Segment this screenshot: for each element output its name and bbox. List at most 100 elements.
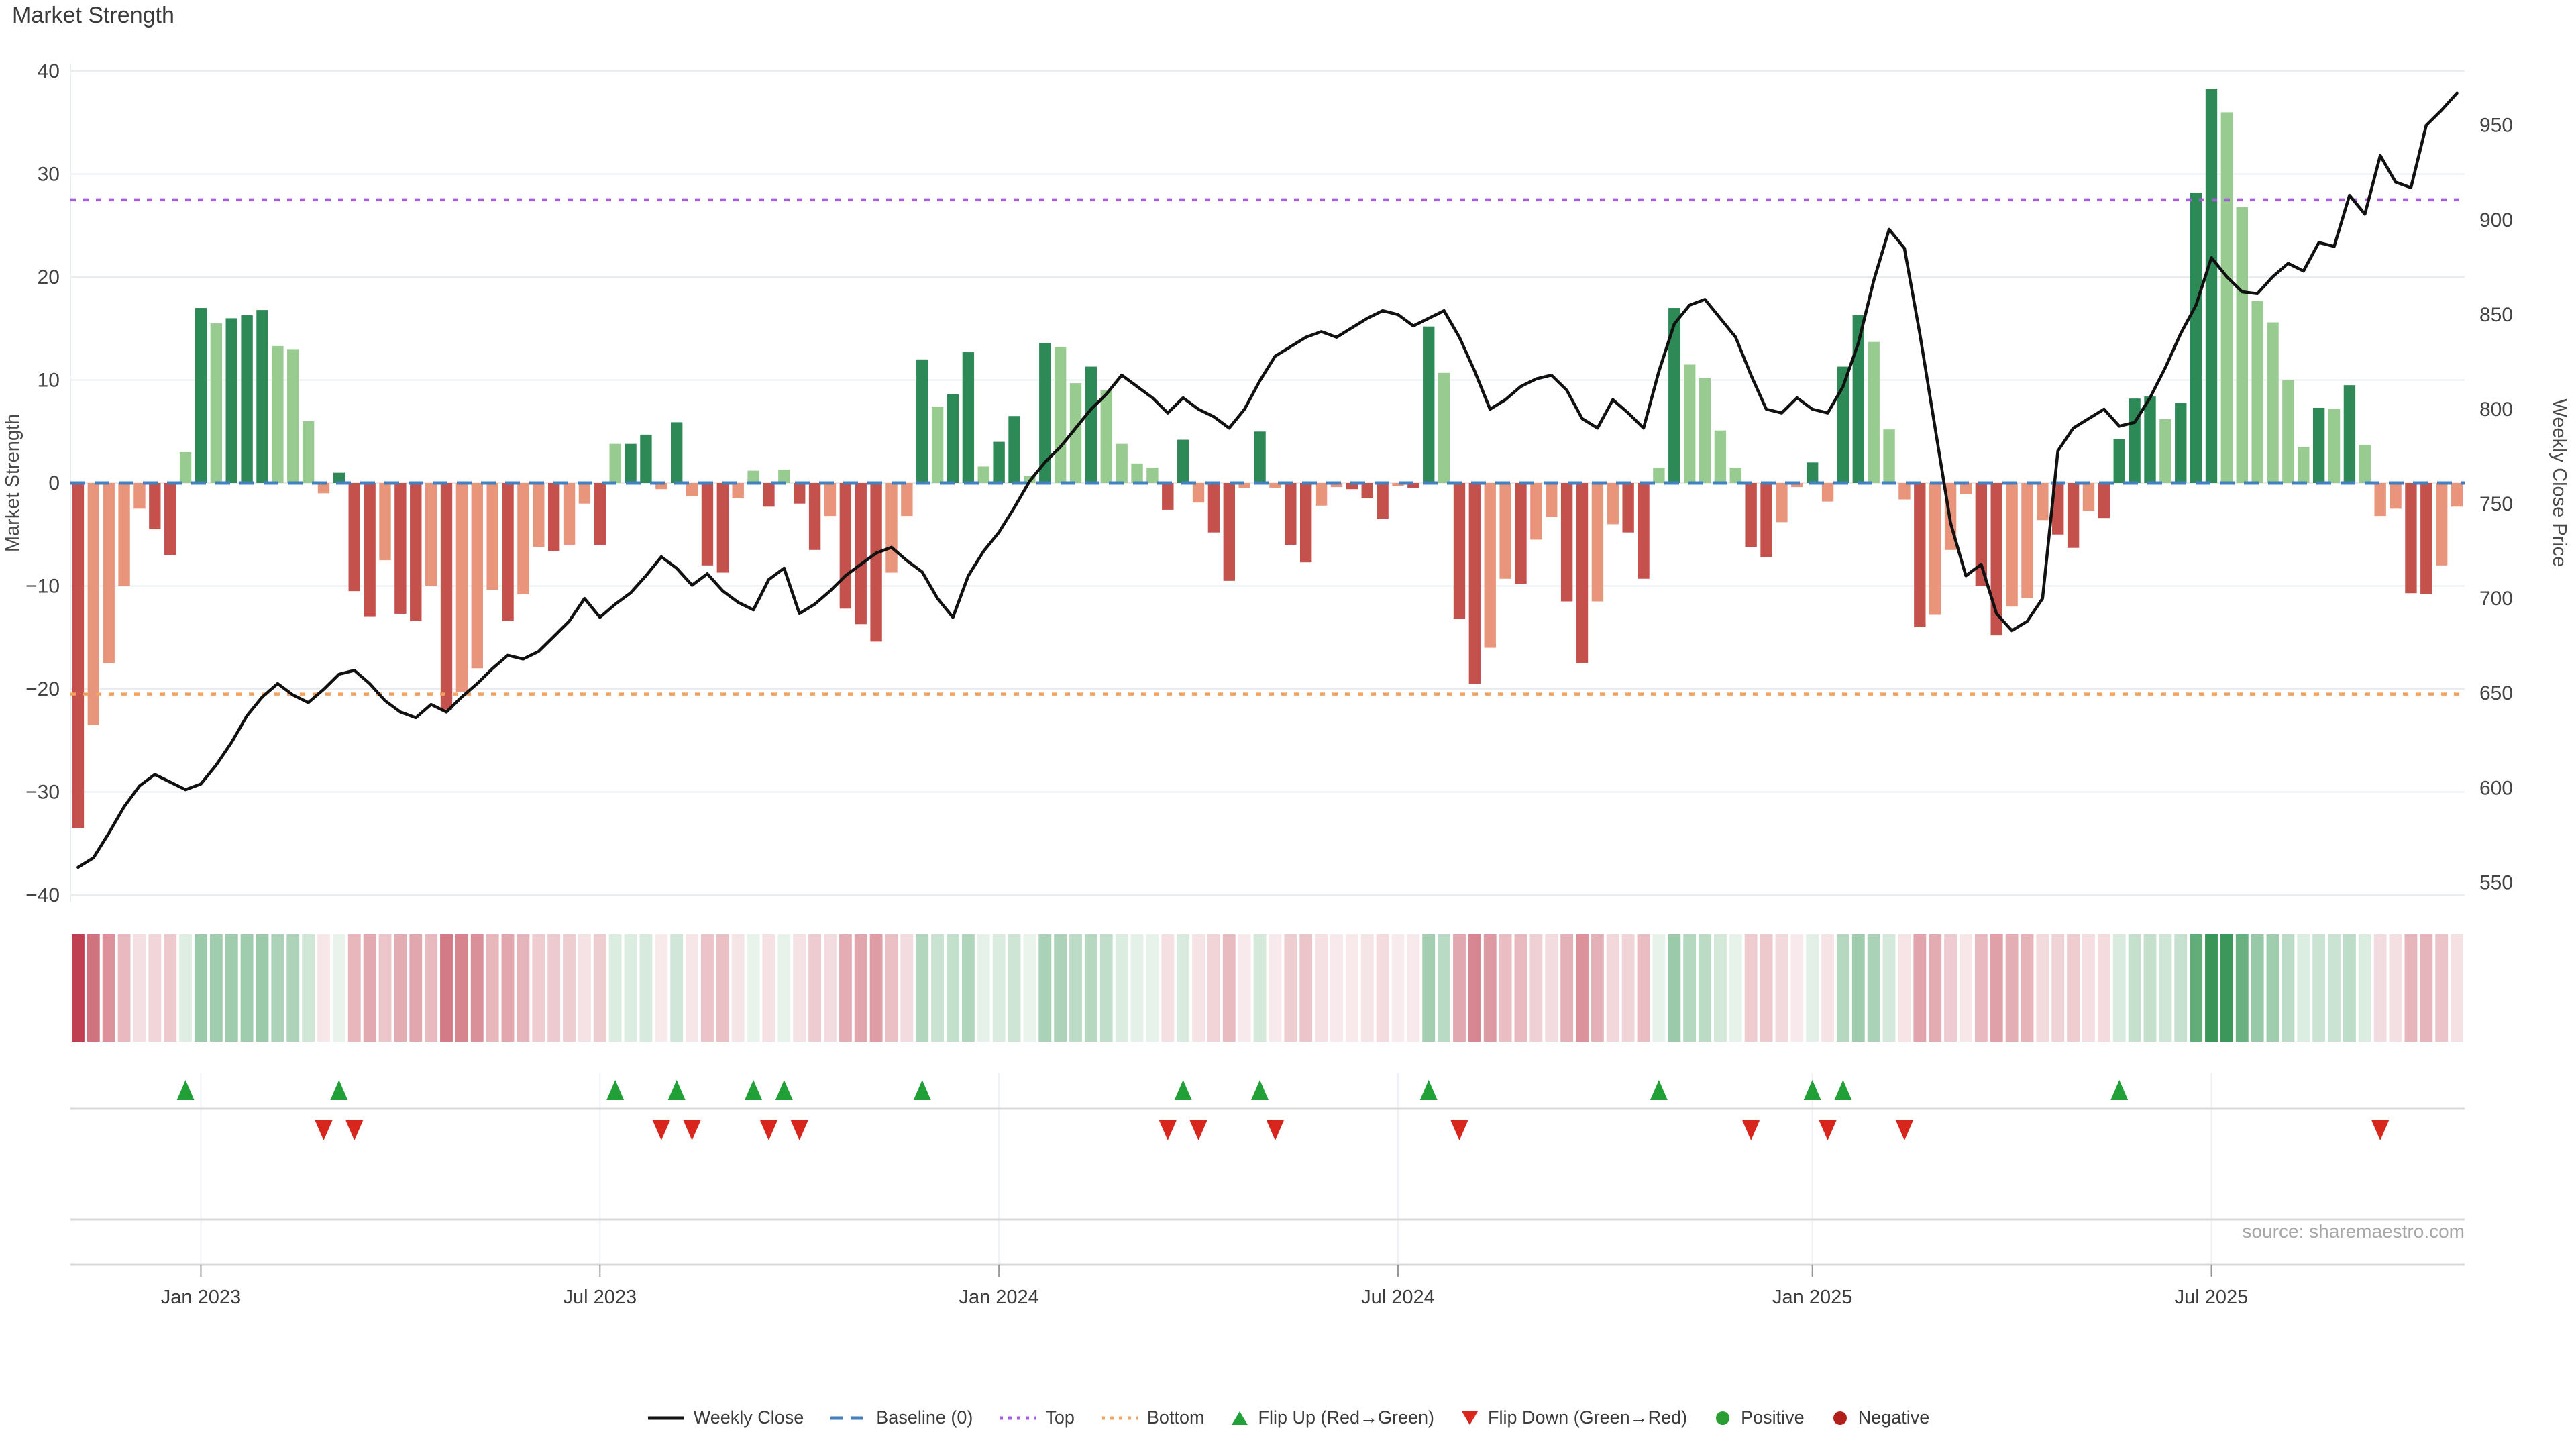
market-strength-bar (733, 483, 744, 498)
market-strength-bar (2374, 483, 2385, 516)
heatmap-cell (1422, 934, 1435, 1042)
heatmap-cell (1990, 934, 2003, 1042)
market-strength-bar (2098, 483, 2110, 518)
heatmap-cell (2435, 934, 2448, 1042)
heatmap-cell (1392, 934, 1405, 1042)
market-strength-bar (2328, 409, 2340, 483)
legend-item-label: Weekly Close (694, 1407, 804, 1428)
heatmap-cell (2205, 934, 2218, 1042)
market-strength-bar (2114, 439, 2125, 483)
market-strength-bar (2390, 483, 2401, 508)
legend-item-positive[interactable]: Positive (1713, 1407, 1805, 1428)
heatmap-cell (1576, 934, 1589, 1042)
market-strength-bar (2420, 483, 2432, 594)
market-strength-bar (1653, 468, 1664, 483)
market-strength-bar (517, 483, 529, 594)
flip-up-icon (775, 1080, 793, 1100)
heatmap-cell (2390, 934, 2402, 1042)
heatmap-cell (1929, 934, 1941, 1042)
y-left-tick-label: 40 (38, 60, 60, 83)
heatmap-cell (1806, 934, 1819, 1042)
heatmap-cell (302, 934, 315, 1042)
heatmap-cell (1146, 934, 1159, 1042)
y-right-tick-label: 950 (2479, 115, 2513, 137)
heatmap-cell (824, 934, 837, 1042)
market-strength-bar (502, 483, 513, 621)
flip-down-icon (1159, 1120, 1177, 1140)
market-strength-bar (1300, 483, 1311, 562)
market-strength-bar (118, 483, 129, 586)
market-strength-bar (195, 308, 207, 483)
legend-item-negative[interactable]: Negative (1830, 1407, 1930, 1428)
lower-band-grid (70, 1073, 2465, 1265)
heatmap-cell (1944, 934, 1957, 1042)
heatmap-cell (210, 934, 223, 1042)
market-strength-bar (2175, 402, 2186, 483)
legend-item-label: Positive (1741, 1407, 1805, 1428)
legend-item-flip-up-red-green[interactable]: Flip Up (Red→Green) (1230, 1407, 1434, 1428)
heatmap-cell (1330, 934, 1343, 1042)
market-strength-bar (1576, 483, 1588, 663)
heatmap-cell (164, 934, 176, 1042)
market-strength-bar (1914, 483, 1925, 627)
market-strength-bar (1730, 468, 1741, 483)
market-strength-bar (763, 483, 774, 506)
flip-down-icon (1450, 1120, 1468, 1140)
heatmap-cell (993, 934, 1006, 1042)
heatmap-cell (2220, 934, 2233, 1042)
market-strength-bar (794, 483, 805, 504)
market-strength-bar (1485, 483, 1496, 648)
market-strength-bar (1960, 483, 1972, 494)
market-strength-bar (226, 318, 237, 483)
legend-item-weekly-close[interactable]: Weekly Close (647, 1407, 804, 1428)
market-strength-bar (1131, 464, 1142, 483)
market-strength-bar (1546, 483, 1557, 517)
heatmap-cell (777, 934, 790, 1042)
market-strength-bar (1116, 444, 1127, 483)
legend-item-label: Negative (1858, 1407, 1930, 1428)
market-strength-bar (1684, 364, 1695, 483)
market-strength-bar (1622, 483, 1633, 533)
market-strength-bar (103, 483, 115, 663)
heatmap-cell (1407, 934, 1419, 1042)
market-strength-bar (2237, 207, 2248, 483)
market-strength-bar (2451, 483, 2463, 506)
heatmap-cell (1852, 934, 1865, 1042)
heatmap-cell (2113, 934, 2126, 1042)
heatmap-cell (1975, 934, 1988, 1042)
market-strength-bar (594, 483, 606, 545)
market-strength-bar (2267, 323, 2278, 483)
heatmap-cell (2021, 934, 2034, 1042)
market-strength-bar (1715, 431, 1726, 483)
flip-down-icon (1742, 1120, 1760, 1140)
legend-item-flip-down-green-red[interactable]: Flip Down (Green→Red) (1460, 1407, 1687, 1428)
heatmap-cell (103, 934, 115, 1042)
flip-down-icon (315, 1120, 332, 1140)
heatmap-cell (732, 934, 745, 1042)
legend-item-label: Baseline (0) (876, 1407, 973, 1428)
market-strength-bar (947, 394, 959, 483)
market-strength-bar (609, 444, 621, 483)
heatmap-cell (855, 934, 867, 1042)
market-strength-bar (778, 470, 790, 483)
market-strength-bar (1883, 429, 1894, 483)
heatmap-cell (486, 934, 499, 1042)
legend-item-baseline-0[interactable]: Baseline (0) (829, 1407, 973, 1428)
y-right-axis-title: Weekly Close Price (2548, 399, 2570, 568)
dot-icon (1713, 1409, 1733, 1427)
market-strength-bar (1146, 468, 1158, 483)
heatmap-cell (1100, 934, 1113, 1042)
legend-item-bottom[interactable]: Bottom (1100, 1407, 1205, 1428)
legend-item-top[interactable]: Top (998, 1407, 1075, 1428)
market-strength-bar (472, 483, 483, 668)
market-strength-bar (2344, 385, 2355, 483)
market-strength-bar (303, 421, 314, 483)
market-strength-bar (2221, 112, 2233, 483)
market-strength-bar (256, 310, 268, 483)
legend-item-label: Flip Down (Green→Red) (1488, 1407, 1687, 1428)
heatmap-cell (808, 934, 821, 1042)
heatmap-cell (1714, 934, 1727, 1042)
market-strength-bar (1362, 483, 1373, 498)
market-strength-bar (717, 483, 729, 573)
heatmap-cell (1315, 934, 1328, 1042)
